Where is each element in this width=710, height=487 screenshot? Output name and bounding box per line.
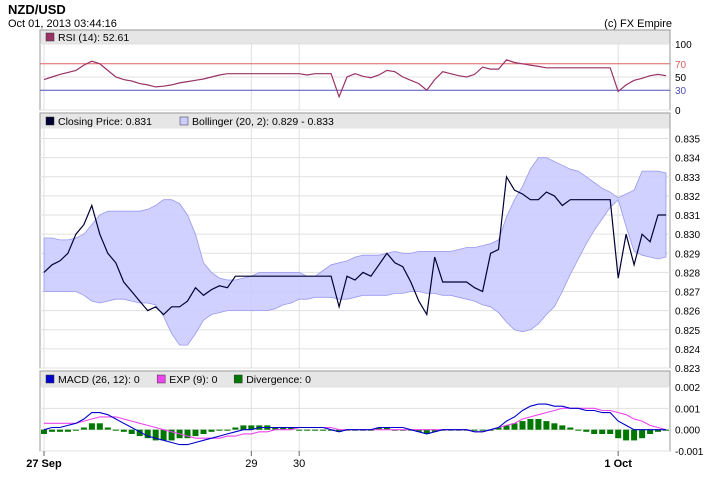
divergence-bar bbox=[591, 429, 598, 434]
legend-label: RSI (14): 52.61 bbox=[58, 32, 129, 44]
legend-swatch bbox=[45, 374, 55, 384]
divergence-bar bbox=[615, 429, 622, 439]
y-tick-label: 0.828 bbox=[675, 268, 700, 279]
y-tick-label: 0.823 bbox=[675, 364, 700, 375]
x-tick-label: 27 Sep bbox=[26, 458, 62, 470]
divergence-bar bbox=[104, 427, 111, 430]
macd_panel: 0.002 0.001 0.000 -0.001 MACD (26, 12): 0 EXP… bbox=[39, 370, 704, 458]
divergence-bar bbox=[224, 429, 231, 431]
y-tick-label: 0.829 bbox=[675, 249, 700, 260]
y-tick-label: 0.835 bbox=[675, 135, 700, 146]
y-tick-label: 0.002 bbox=[675, 383, 700, 394]
y-tick-label: 0.824 bbox=[675, 345, 700, 356]
divergence-bar bbox=[567, 427, 574, 430]
y-tick-label: 0.825 bbox=[675, 326, 700, 337]
divergence-bar bbox=[208, 429, 215, 432]
legend-swatch bbox=[156, 374, 166, 384]
rsi_panel: 100 50 0 RSI (14): 52.61 70 30 bbox=[39, 29, 692, 117]
divergence-bar bbox=[112, 429, 119, 431]
price_panel: 0.835 0.834 0.833 0.832 0.831 0.830 0.829 0.828… bbox=[39, 112, 700, 375]
rsi-level-label: 70 bbox=[675, 60, 687, 71]
divergence-bar bbox=[120, 429, 127, 432]
divergence-bar bbox=[607, 429, 614, 434]
divergence-bar bbox=[296, 429, 303, 431]
legend-swatch bbox=[45, 32, 55, 42]
divergence-bar bbox=[240, 425, 247, 430]
y-tick-label: -0.001 bbox=[675, 447, 704, 458]
divergence-bar bbox=[216, 429, 223, 431]
y-tick-label: 0.830 bbox=[675, 230, 700, 241]
divergence-bar bbox=[96, 423, 103, 430]
divergence-bar bbox=[88, 423, 95, 430]
divergence-bar bbox=[639, 429, 646, 439]
divergence-bar bbox=[535, 419, 542, 430]
rsi-level-label: 30 bbox=[675, 86, 687, 97]
divergence-bar bbox=[200, 429, 207, 434]
x-tick-label: 30 bbox=[293, 458, 305, 470]
y-tick-label: 0.833 bbox=[675, 173, 700, 184]
divergence-bar bbox=[192, 429, 199, 437]
divergence-bar bbox=[623, 429, 630, 441]
y-tick-label: 50 bbox=[675, 73, 687, 84]
divergence-bar bbox=[479, 429, 486, 431]
y-tick-label: 0.827 bbox=[675, 288, 700, 299]
divergence-bar bbox=[543, 421, 550, 430]
chart-panels: 100 50 0 RSI (14): 52.61 70 30 0.835 0.834 0.833… bbox=[39, 29, 704, 458]
divergence-bar bbox=[599, 429, 606, 434]
divergence-bar bbox=[471, 429, 478, 431]
divergence-bar bbox=[49, 429, 55, 432]
divergence-bar bbox=[41, 429, 47, 434]
x-axis: 27 Sep 29 30 1 Oct bbox=[26, 451, 632, 470]
y-tick-label: 0 bbox=[675, 106, 681, 117]
divergence-bar bbox=[304, 429, 311, 431]
divergence-bar bbox=[519, 421, 526, 430]
y-tick-label: 0.834 bbox=[675, 154, 700, 165]
legend-label: MACD (26, 12): 0 bbox=[58, 374, 140, 386]
y-tick-label: 100 bbox=[675, 40, 692, 51]
fx-chart: 100 50 0 RSI (14): 52.61 70 30 0.835 0.834 0.833… bbox=[26, 29, 704, 470]
divergence-bar bbox=[559, 425, 566, 430]
legend-bar bbox=[40, 30, 670, 44]
legend-swatch bbox=[45, 116, 55, 126]
y-tick-label: 0.831 bbox=[675, 211, 700, 222]
y-tick-label: 0.832 bbox=[675, 192, 700, 203]
y-tick-label: 0.000 bbox=[675, 426, 700, 437]
y-tick-label: 0.826 bbox=[675, 307, 700, 318]
divergence-bar bbox=[527, 419, 534, 430]
divergence-bar bbox=[312, 429, 319, 431]
divergence-bar bbox=[57, 429, 63, 432]
legend-label: Divergence: 0 bbox=[246, 374, 311, 386]
y-tick-label: 0.001 bbox=[675, 404, 700, 415]
divergence-bar bbox=[160, 429, 167, 441]
divergence-bar bbox=[551, 423, 558, 430]
x-tick-label: 1 Oct bbox=[604, 458, 632, 470]
divergence-bar bbox=[232, 427, 239, 430]
x-tick-label: 29 bbox=[245, 458, 257, 470]
divergence-bar bbox=[575, 429, 582, 431]
divergence-bar bbox=[128, 429, 135, 434]
legend-label: Bollinger (20, 2): 0.829 - 0.833 bbox=[192, 116, 334, 128]
legend-label: EXP (9): 0 bbox=[169, 374, 217, 386]
divergence-bar bbox=[647, 429, 654, 434]
divergence-bar bbox=[583, 429, 590, 432]
divergence-bar bbox=[64, 429, 71, 432]
legend-swatch bbox=[233, 374, 243, 384]
divergence-bar bbox=[320, 429, 327, 431]
legend-swatch bbox=[179, 116, 189, 126]
legend-label: Closing Price: 0.831 bbox=[58, 116, 152, 128]
divergence-bar bbox=[80, 427, 87, 430]
divergence-bar bbox=[72, 429, 79, 431]
divergence-bar bbox=[631, 429, 638, 441]
